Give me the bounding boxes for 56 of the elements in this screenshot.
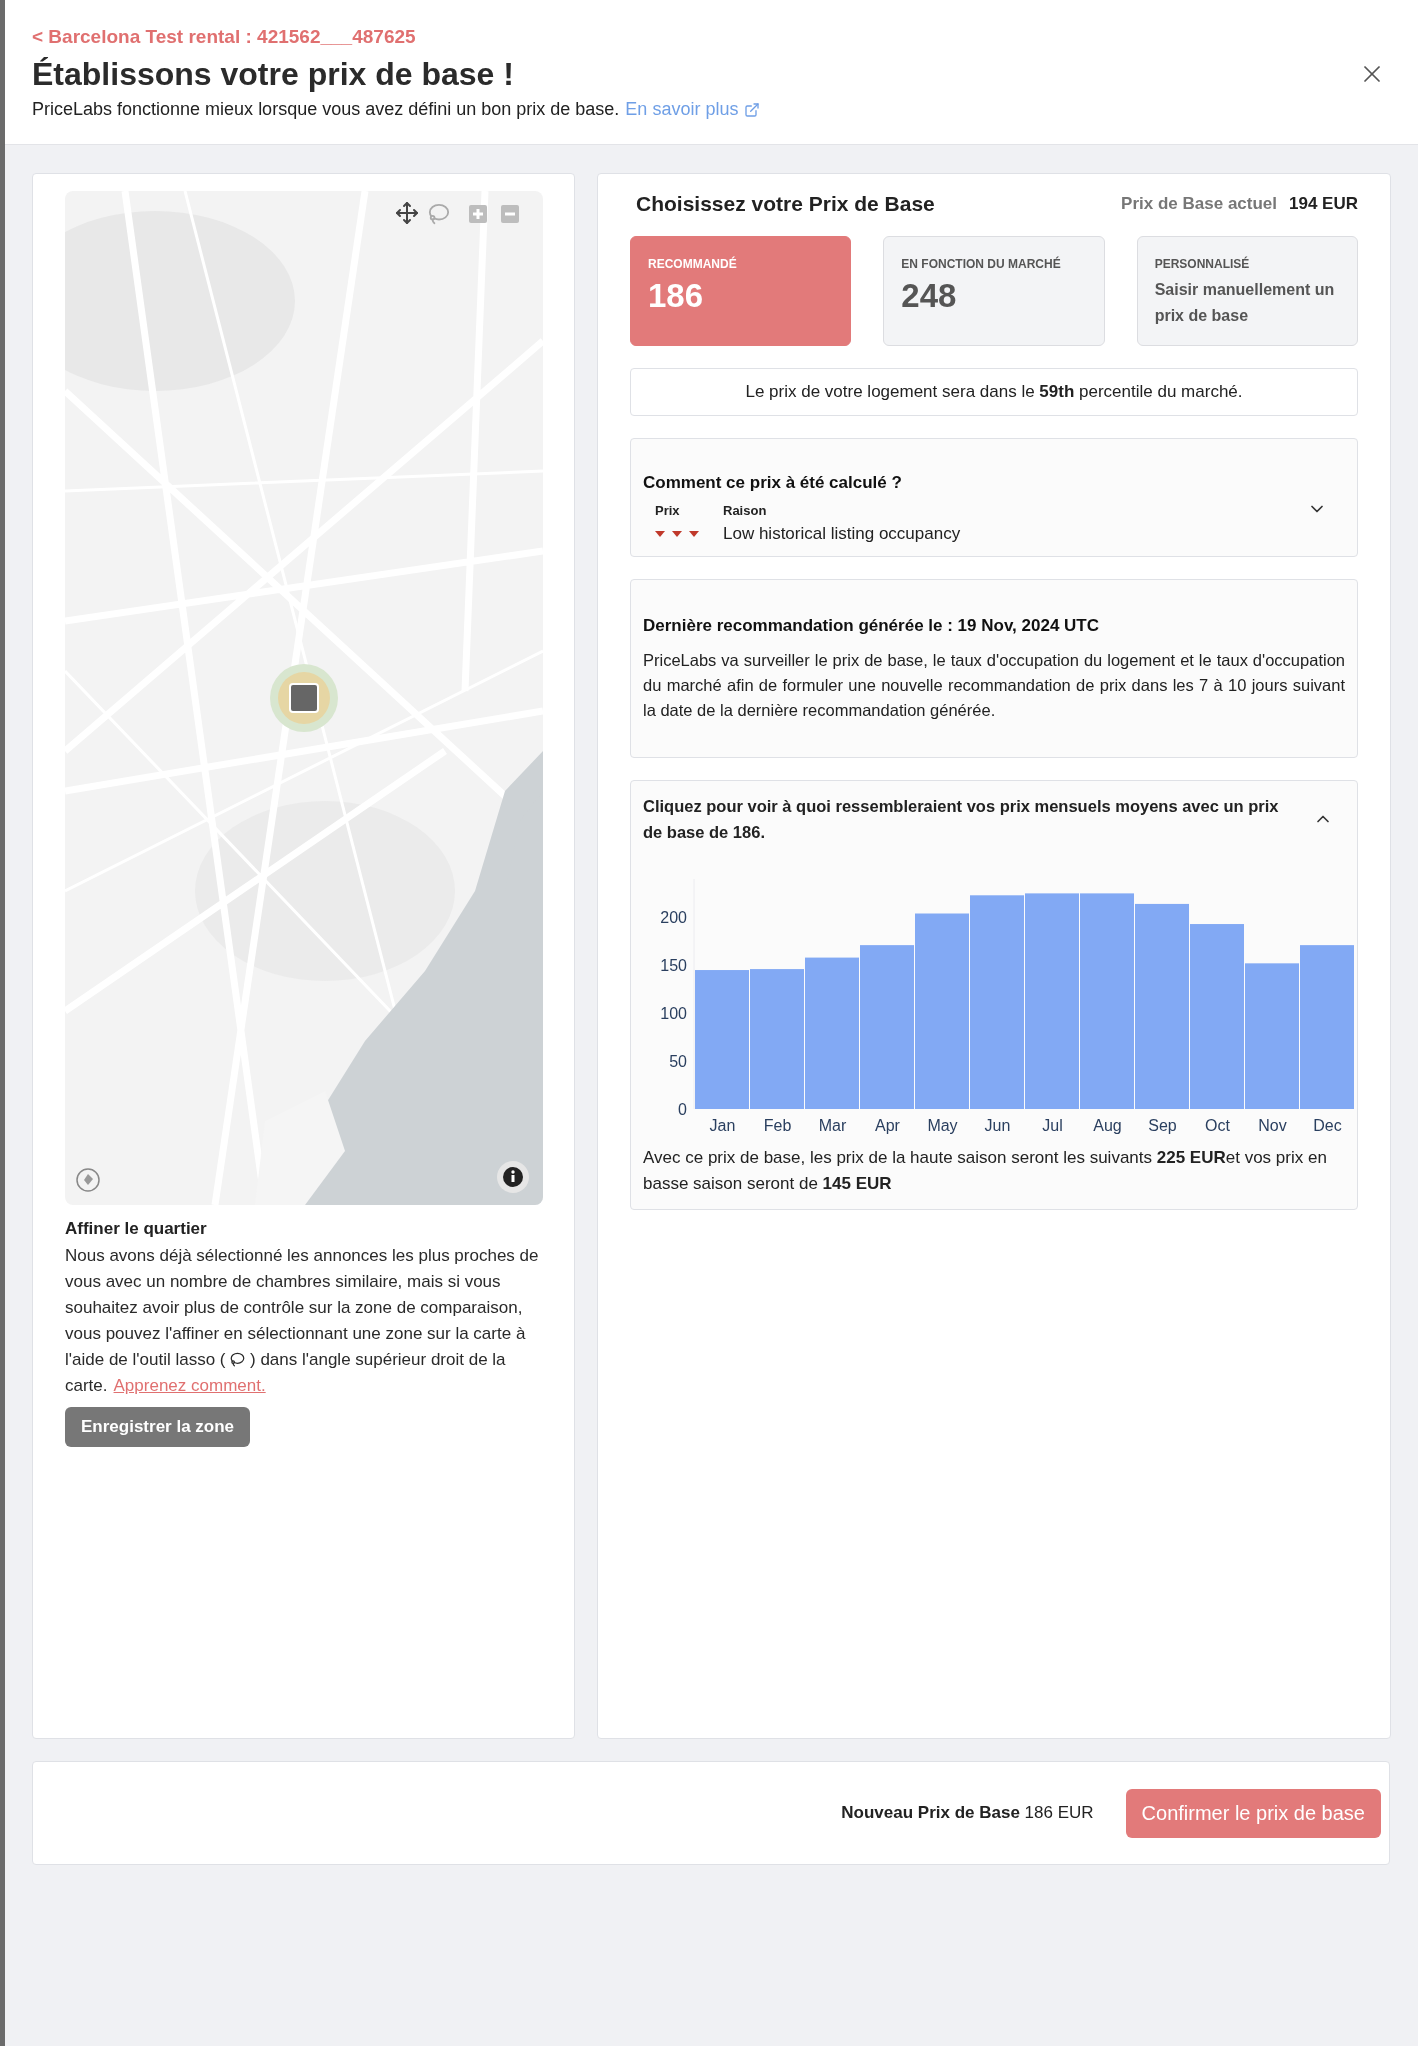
save-zone-button[interactable]: Enregistrer la zone bbox=[65, 1407, 251, 1447]
axis-tick-label: May bbox=[927, 1117, 958, 1134]
accordion-title: Cliquez pour voir à quoi ressembleraient vos prix mensuels moyens avec un prix de base de 186. bbox=[643, 796, 1280, 843]
external-link-icon bbox=[744, 101, 761, 118]
move-icon[interactable] bbox=[395, 201, 419, 225]
option-price: 248 bbox=[901, 277, 958, 315]
axis-tick-label: 50 bbox=[669, 1053, 687, 1071]
axis-tick-label: Mar bbox=[818, 1117, 847, 1134]
axis-tick-label: Aug bbox=[1093, 1117, 1122, 1134]
page-title: Établissons votre prix de base ! bbox=[32, 56, 514, 93]
axis-tick-label: 150 bbox=[660, 957, 687, 975]
new-price-text: Nouveau Prix de Base 186 EUR bbox=[841, 1803, 1094, 1823]
axis-tick-label: Oct bbox=[1205, 1117, 1230, 1134]
axis-tick-label: Jul bbox=[1042, 1117, 1063, 1134]
reason-text: Low historical listing occupancy bbox=[723, 524, 962, 544]
accordion-title: Comment ce prix à été calculé ? bbox=[643, 473, 903, 493]
price-option-card[interactable]: RECOMMANDÉ 186 bbox=[630, 236, 852, 346]
axis-tick-label: Jan bbox=[709, 1117, 736, 1134]
description-text: Nous avons déjà sélectionné les annonces les plus proches de vous avec un nombre de chambres similaire, mais si vous souhaitez avoir plus de contrôle sur la zone de comparaison, vous pouvez l'affiner en sélectionnant une zone sur la carte à l'aide de l'outil lasso ( ) dans l'angle supérieur droit de la carte. Apprenez comment. bbox=[65, 1245, 540, 1397]
current-price-value: 194 EUR bbox=[1289, 194, 1358, 214]
price-option-card[interactable]: EN FONCTION DU MARCHÉ 248 bbox=[883, 236, 1105, 346]
lasso-icon bbox=[230, 1352, 246, 1367]
axis-tick-label: 0 bbox=[678, 1101, 687, 1118]
option-label: EN FONCTION DU MARCHÉ bbox=[901, 257, 1062, 271]
subtitle-text: PriceLabs fonctionne mieux lorsque vous avez défini un bon prix de base. bbox=[32, 99, 620, 120]
map-marker-icon[interactable] bbox=[75, 1167, 101, 1193]
axis-tick-label: 100 bbox=[660, 1005, 687, 1023]
recommendation-text: PriceLabs va surveiller le prix de base, le taux d'occupation du logement et le taux d'occupation du marché afin de formuler une nouvelle recommandation de prix dans les 7 à 10 jours suivant la date de la dernière recommandation générée. bbox=[643, 650, 1345, 721]
price-option-card[interactable]: PERSONNALISÉ Saisir manuellement un prix de base bbox=[1136, 236, 1358, 346]
axis-tick-label: Feb bbox=[763, 1117, 792, 1134]
back-link[interactable]: < Barcelona Test rental : 421562___487625 bbox=[32, 26, 416, 48]
axis-tick-label: Sep bbox=[1148, 1117, 1177, 1134]
recommendation-title: Dernière recommandation générée le : 19 Nov, 2024 UTC bbox=[643, 616, 1101, 636]
confirm-button[interactable]: Confirmer le prix de base bbox=[1125, 1788, 1381, 1838]
axis-tick-label: Dec bbox=[1313, 1117, 1342, 1134]
option-description: Saisir manuellement un prix de base bbox=[1154, 280, 1336, 326]
axis-tick-label: Nov bbox=[1258, 1117, 1287, 1134]
calculation-accordion[interactable]: Comment ce prix à été calculé ? Prix Raison Low historical listing occupancy bbox=[630, 438, 1358, 557]
monthly-prices-accordion[interactable] bbox=[630, 780, 1358, 1210]
learn-more-link[interactable]: En savoir plus bbox=[625, 99, 761, 120]
current-price-label: Prix de Base actuel bbox=[1121, 194, 1277, 214]
learn-how-link[interactable]: Apprenez comment. bbox=[113, 1376, 266, 1395]
section-title: Affiner le quartier bbox=[65, 1219, 208, 1239]
info-icon[interactable] bbox=[497, 1161, 529, 1193]
price-down-arrows-icon bbox=[655, 530, 701, 538]
percentile-text: Le prix de votre logement sera dans le 59th percentile du marché. bbox=[630, 368, 1358, 416]
panel-title: Choisissez votre Prix de Base bbox=[636, 192, 935, 216]
column-header: Prix bbox=[655, 503, 681, 518]
column-header: Raison bbox=[723, 503, 768, 518]
axis-tick-label: Apr bbox=[875, 1117, 900, 1134]
option-price: 186 bbox=[648, 277, 705, 315]
option-label: RECOMMANDÉ bbox=[648, 257, 738, 271]
season-summary-text: Avec ce prix de base, les prix de la haute saison seront les suivants 225 EURet vos prix en basse saison seront de 145 EUR bbox=[643, 1147, 1328, 1195]
axis-tick-label: 200 bbox=[660, 909, 687, 927]
option-label: PERSONNALISÉ bbox=[1154, 257, 1251, 271]
axis-tick-label: Jun bbox=[984, 1117, 1011, 1134]
